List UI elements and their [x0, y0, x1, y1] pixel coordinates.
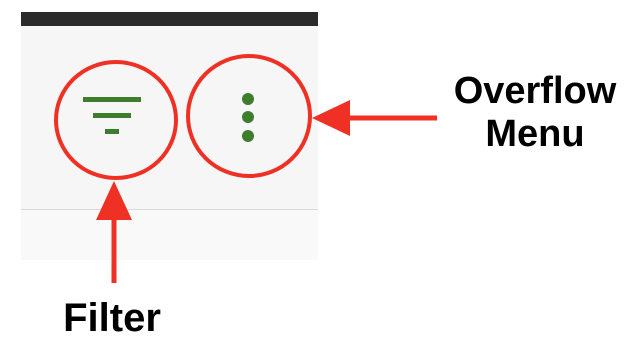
overflow-label-line1: Overflow: [453, 70, 617, 112]
overflow-label-line2: Menu: [485, 112, 585, 155]
filter-icon: [83, 97, 141, 134]
overflow-menu-label: Overflow Menu: [440, 70, 630, 155]
content-area: [21, 210, 318, 260]
top-app-bar: [21, 12, 318, 26]
filter-button[interactable]: [56, 70, 176, 170]
overflow-menu-button[interactable]: [187, 56, 312, 176]
filter-label: Filter: [63, 296, 161, 340]
more-vert-icon: [242, 93, 254, 142]
